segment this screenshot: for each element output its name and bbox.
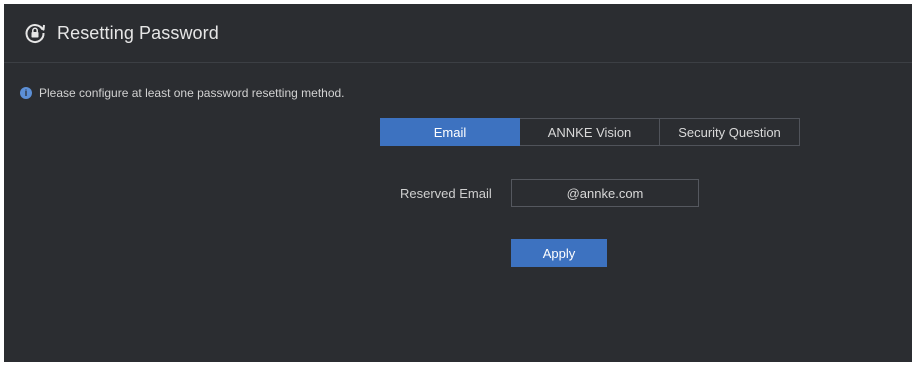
header: Resetting Password [4,4,912,62]
notice: i Please configure at least one password… [20,86,345,100]
header-divider [4,62,912,63]
lock-reset-icon [23,21,47,45]
notice-text: Please configure at least one password r… [39,86,345,100]
apply-button[interactable]: Apply [511,239,607,267]
reset-method-tabs: Email ANNKE Vision Security Question [380,118,800,146]
tab-email[interactable]: Email [380,118,520,146]
reset-password-panel: Resetting Password i Please configure at… [4,4,912,362]
reserved-email-field[interactable] [511,179,699,207]
tab-annke-vision[interactable]: ANNKE Vision [520,118,660,146]
info-icon: i [20,87,32,99]
reserved-email-label: Reserved Email [400,186,492,201]
tab-security-question[interactable]: Security Question [660,118,800,146]
page-title: Resetting Password [57,22,219,43]
